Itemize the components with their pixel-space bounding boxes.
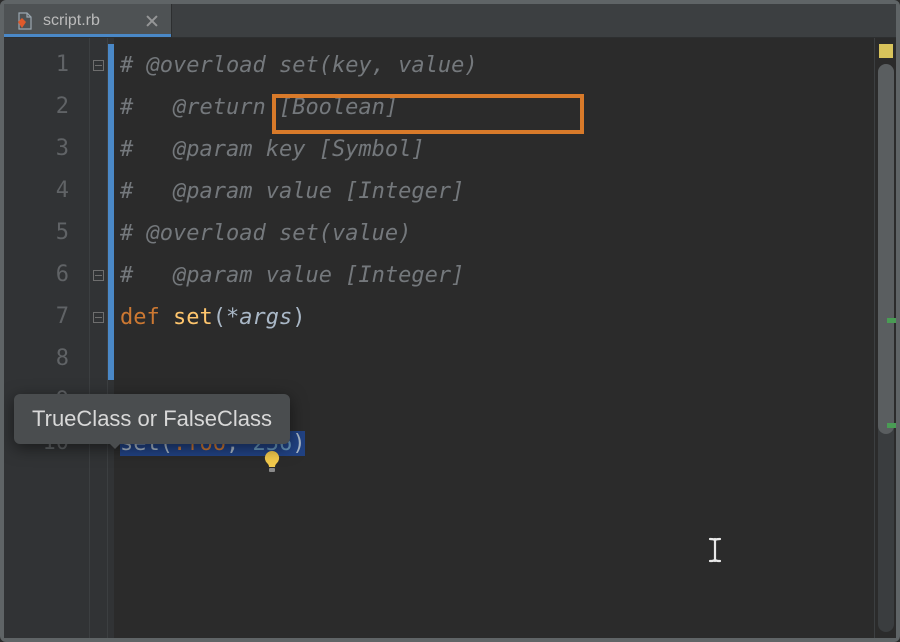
error-stripe[interactable] <box>874 38 896 638</box>
line-number: 3 <box>4 128 89 170</box>
code-line: # @return [Boolean] <box>114 86 874 128</box>
code-line: # @param key [Symbol] <box>114 128 874 170</box>
quick-doc-tooltip: TrueClass or FalseClass <box>14 394 290 444</box>
code-line: # @param value [Integer] <box>114 170 874 212</box>
line-number: 8 <box>4 338 89 380</box>
ruby-file-icon <box>16 12 34 30</box>
ide-window: script.rb 1 2 3 4 5 6 7 8 9 10 <box>0 0 900 642</box>
line-number: 2 <box>4 86 89 128</box>
code-line: # @overload set(key, value) <box>114 44 874 86</box>
line-number: 5 <box>4 212 89 254</box>
line-number: 4 <box>4 170 89 212</box>
code-line: # @overload set(value) <box>114 212 874 254</box>
scrollbar-thumb[interactable] <box>878 64 894 434</box>
code-line <box>114 338 874 380</box>
fold-gutter <box>90 38 108 638</box>
tooltip-text: TrueClass or FalseClass <box>32 406 272 431</box>
fold-marker-icon[interactable] <box>93 60 104 71</box>
change-mark-icon[interactable] <box>887 423 896 428</box>
fold-marker-icon[interactable] <box>93 312 104 323</box>
tab-script-rb[interactable]: script.rb <box>4 4 172 37</box>
code-area[interactable]: # @overload set(key, value) # @return [B… <box>114 38 874 638</box>
code-line: def set(*args) <box>114 296 874 338</box>
editor-area: 1 2 3 4 5 6 7 8 9 10 <box>4 38 896 638</box>
scrollbar-track[interactable] <box>878 64 894 632</box>
close-icon[interactable] <box>145 14 159 28</box>
intention-bulb-icon[interactable] <box>262 450 282 474</box>
fold-marker-icon[interactable] <box>93 270 104 281</box>
editor-tabbar: script.rb <box>4 4 896 38</box>
change-mark-icon[interactable] <box>887 318 896 323</box>
analysis-status-icon[interactable] <box>879 44 893 58</box>
line-number: 6 <box>4 254 89 296</box>
code-line: # @param value [Integer] <box>114 254 874 296</box>
line-number: 1 <box>4 44 89 86</box>
line-number: 7 <box>4 296 89 338</box>
tab-label: script.rb <box>43 12 100 30</box>
line-number-gutter: 1 2 3 4 5 6 7 8 9 10 <box>4 38 90 638</box>
